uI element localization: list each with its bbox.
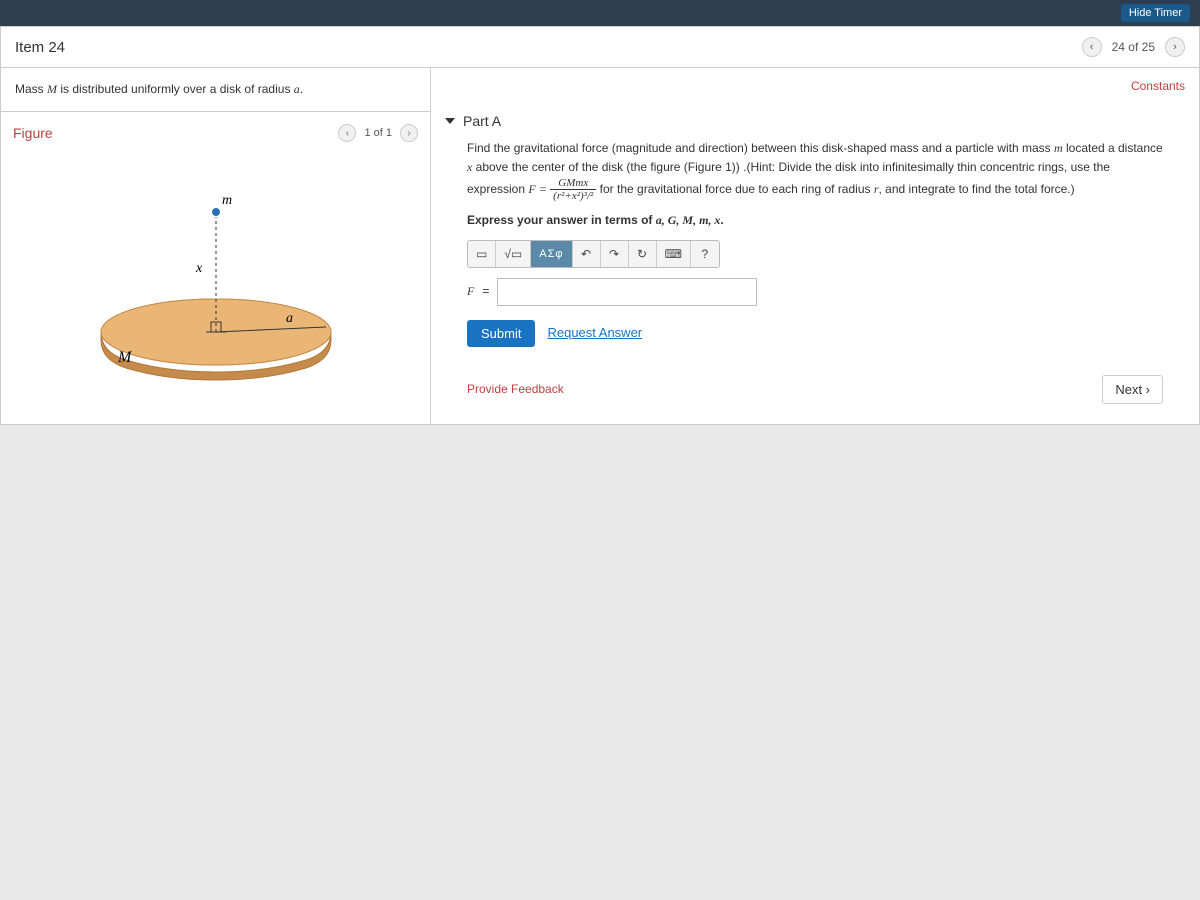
right-column: Constants Part A Find the gravitational … <box>431 68 1199 424</box>
constants-link[interactable]: Constants <box>1131 79 1185 93</box>
part-a-header[interactable]: Part A <box>431 103 1199 139</box>
figure-nav: ‹ 1 of 1 › <box>338 124 418 142</box>
label-a: a <box>286 311 293 326</box>
template-button[interactable]: ▭ <box>468 241 496 267</box>
figure-count: 1 of 1 <box>364 127 392 139</box>
figure-header: Figure ‹ 1 of 1 › <box>13 124 418 142</box>
footer-row: Provide Feedback Next › <box>431 361 1199 424</box>
prompt-var-M: M <box>47 82 57 96</box>
figure-title: Figure <box>13 125 53 141</box>
question-text: Find the gravitational force (magnitude … <box>467 139 1163 203</box>
ring-force-fraction: GMmx (r²+x²)³/² <box>550 177 596 202</box>
sqrt-button[interactable]: √▭ <box>496 241 531 267</box>
part-a-body: Find the gravitational force (magnitude … <box>431 139 1199 361</box>
help-button[interactable]: ? <box>691 241 719 267</box>
item-nav: ‹ 24 of 25 › <box>1082 37 1185 57</box>
top-banner: Hide Timer <box>0 0 1200 26</box>
next-button[interactable]: Next › <box>1102 375 1163 404</box>
prompt-text: is distributed uniformly over a disk of … <box>57 82 294 96</box>
next-item-button[interactable]: › <box>1165 37 1185 57</box>
item-count: 24 of 25 <box>1112 40 1155 54</box>
label-M: M <box>117 349 133 366</box>
provide-feedback-link[interactable]: Provide Feedback <box>467 382 564 396</box>
constants-row: Constants <box>431 68 1199 103</box>
keyboard-button[interactable]: ⌨ <box>657 241 691 267</box>
prompt-text: Mass <box>15 82 47 96</box>
redo-button[interactable]: ↷ <box>601 241 629 267</box>
answer-input[interactable] <box>497 278 757 306</box>
problem-prompt: Mass M is distributed uniformly over a d… <box>1 68 430 112</box>
prev-item-button[interactable]: ‹ <box>1082 37 1102 57</box>
equation-toolbar: ▭ √▭ ΑΣφ ↶ ↷ ↻ ⌨ ? <box>467 240 720 268</box>
figure-canvas: m x a M <box>13 152 418 402</box>
undo-button[interactable]: ↶ <box>573 241 601 267</box>
figure-panel: Figure ‹ 1 of 1 › m x <box>1 112 430 424</box>
main-content: Mass M is distributed uniformly over a d… <box>0 67 1200 425</box>
reset-button[interactable]: ↻ <box>629 241 657 267</box>
disk-figure-svg: m x a M <box>66 162 366 392</box>
figure-prev-button[interactable]: ‹ <box>338 124 356 142</box>
label-m: m <box>222 193 232 208</box>
answer-label-F: F <box>467 282 474 301</box>
part-label: Part A <box>463 113 501 129</box>
answer-row: F = <box>467 278 1163 306</box>
collapse-icon <box>445 118 455 124</box>
figure-next-button[interactable]: › <box>400 124 418 142</box>
submit-button[interactable]: Submit <box>467 320 535 347</box>
equals-sign: = <box>482 282 489 301</box>
item-header: Item 24 ‹ 24 of 25 › <box>0 26 1200 68</box>
greek-button[interactable]: ΑΣφ <box>531 241 572 267</box>
label-x: x <box>195 261 203 276</box>
submit-row: Submit Request Answer <box>467 320 1163 347</box>
express-instruction: Express your answer in terms of a, G, M,… <box>467 211 1163 230</box>
item-title: Item 24 <box>15 39 65 56</box>
request-answer-link[interactable]: Request Answer <box>547 323 642 344</box>
hide-timer-button[interactable]: Hide Timer <box>1121 4 1190 22</box>
left-column: Mass M is distributed uniformly over a d… <box>1 68 431 424</box>
prompt-text: . <box>300 82 303 96</box>
